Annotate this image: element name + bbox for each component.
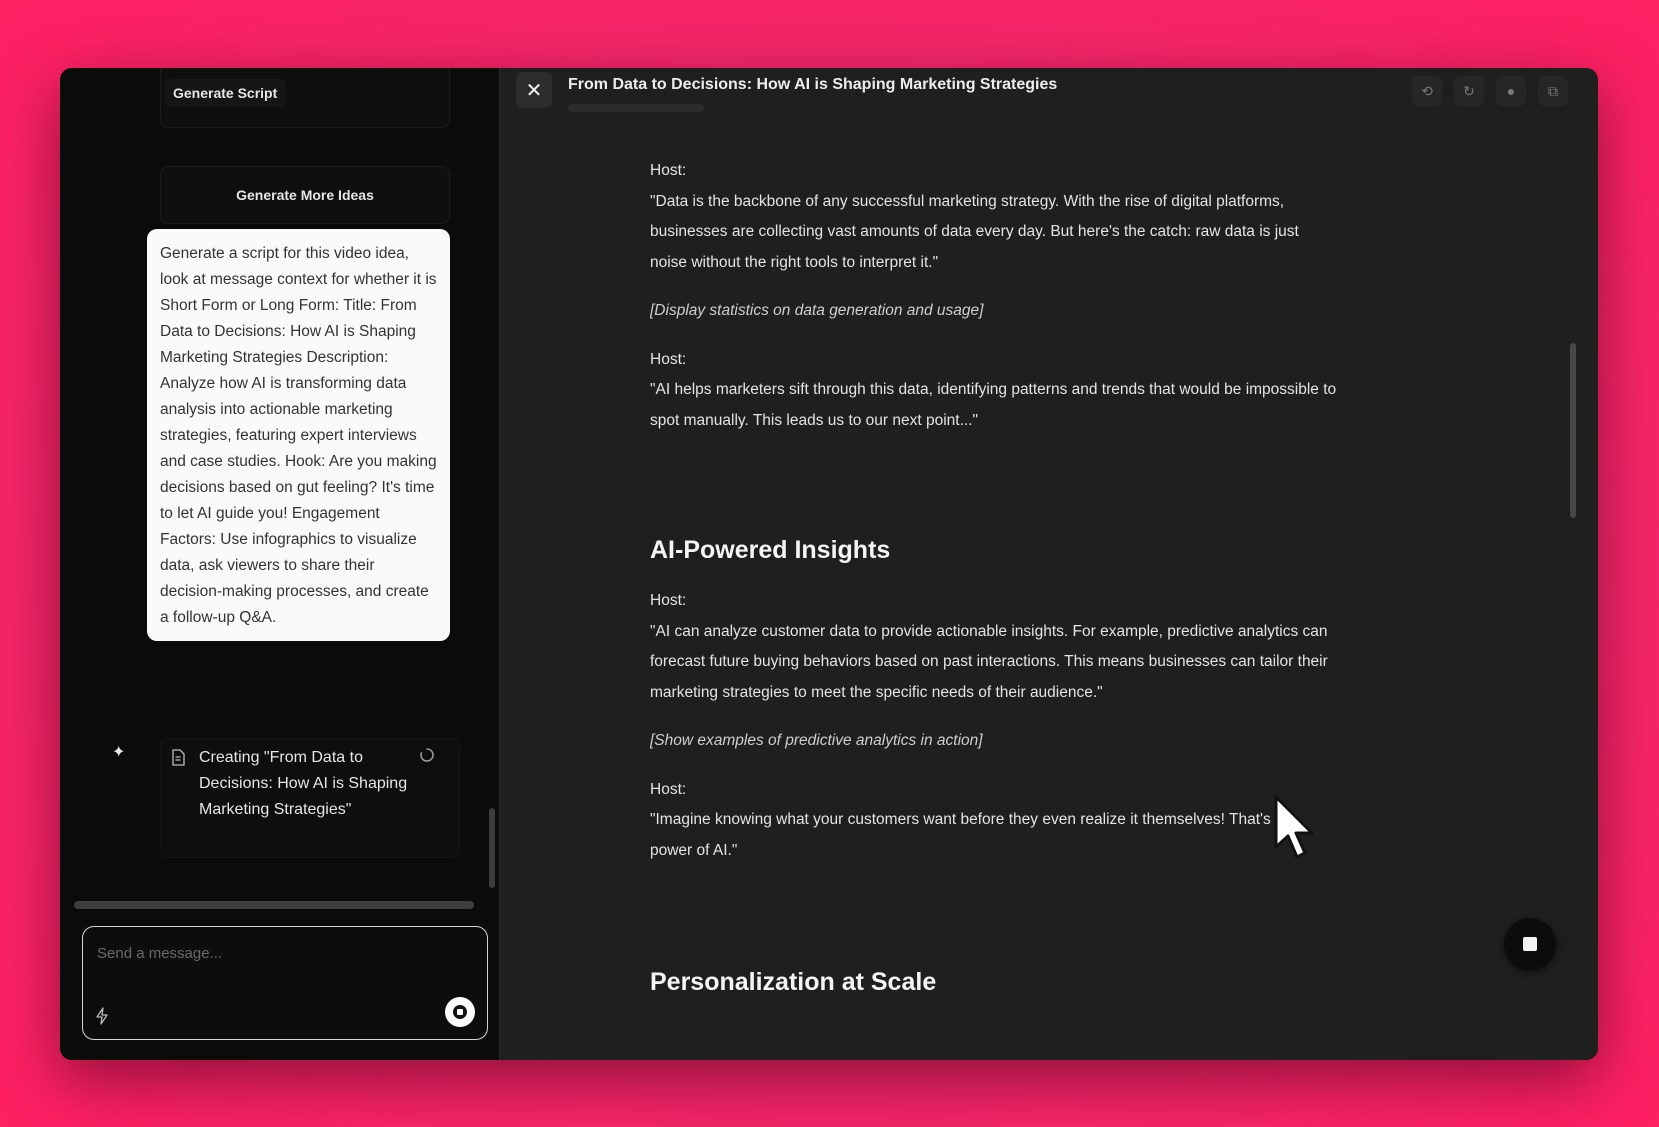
document-icon bbox=[171, 749, 185, 770]
message-composer bbox=[82, 926, 488, 1040]
document-scrollbar[interactable] bbox=[1570, 343, 1576, 518]
host-label: Host: bbox=[650, 780, 687, 798]
record-icon: ● bbox=[1506, 83, 1516, 99]
refresh-icon: ↻ bbox=[1463, 82, 1475, 99]
history-icon: ⟲ bbox=[1421, 82, 1433, 99]
stop-generation-button[interactable] bbox=[445, 997, 475, 1027]
chat-vertical-scrollbar[interactable] bbox=[489, 808, 495, 888]
script-content[interactable]: Host: "Data is the backbone of any succe… bbox=[650, 120, 1340, 1060]
bolt-icon[interactable] bbox=[95, 1007, 109, 1030]
document-toolbar: ⟲ ↻ ● ⧉ bbox=[1412, 76, 1568, 106]
document-status-card[interactable]: Creating "From Data to Decisions: How AI… bbox=[160, 738, 460, 858]
document-panel: ✕ From Data to Decisions: How AI is Shap… bbox=[500, 68, 1598, 1060]
user-message: Generate a script for this video idea, l… bbox=[147, 229, 450, 641]
close-button[interactable]: ✕ bbox=[516, 72, 552, 108]
section-heading: Personalization at Scale bbox=[650, 968, 937, 996]
stage-direction: [Display statistics on data generation a… bbox=[650, 302, 984, 319]
host-line: "AI helps marketers sift through this da… bbox=[650, 381, 1337, 429]
ai-response: ✦ Creating "From Data to Decisions: How … bbox=[110, 738, 460, 858]
refresh-button[interactable]: ↻ bbox=[1454, 76, 1484, 106]
document-subtitle-placeholder bbox=[568, 104, 704, 112]
host-line: "Data is the backbone of any successful … bbox=[650, 192, 1299, 271]
stop-icon bbox=[453, 1005, 467, 1019]
host-label: Host: bbox=[650, 350, 687, 368]
generate-script-button[interactable]: Generate Script bbox=[160, 68, 450, 128]
sparkle-icon: ✦ bbox=[112, 744, 126, 761]
history-button[interactable]: ⟲ bbox=[1412, 76, 1442, 106]
chat-panel: Generate Script Generate More Ideas Gene… bbox=[60, 68, 500, 1060]
message-input[interactable] bbox=[97, 941, 457, 965]
document-title: From Data to Decisions: How AI is Shapin… bbox=[568, 76, 1058, 93]
chat-horizontal-scrollbar[interactable] bbox=[74, 901, 474, 909]
generate-more-ideas-label: Generate More Ideas bbox=[236, 187, 374, 203]
stop-icon bbox=[1523, 937, 1537, 951]
spinner-icon bbox=[419, 747, 435, 768]
record-button[interactable]: ● bbox=[1496, 76, 1526, 106]
mouse-cursor-icon bbox=[1274, 795, 1314, 859]
section-heading: AI-Powered Insights bbox=[650, 536, 891, 564]
host-line: "AI can analyze customer data to provide… bbox=[650, 622, 1328, 701]
copy-icon: ⧉ bbox=[1548, 82, 1558, 99]
stage-direction: [Show examples of predictive analytics i… bbox=[650, 732, 983, 749]
chat-history[interactable]: Generate Script Generate More Ideas Gene… bbox=[60, 68, 499, 888]
host-label: Host: bbox=[650, 592, 687, 609]
document-header: ✕ From Data to Decisions: How AI is Shap… bbox=[500, 68, 1598, 120]
close-icon: ✕ bbox=[525, 79, 543, 102]
document-status-text: Creating "From Data to Decisions: How AI… bbox=[199, 749, 408, 818]
generate-script-label: Generate Script bbox=[165, 79, 286, 107]
host-label: Host: bbox=[650, 162, 687, 179]
generate-more-ideas-button[interactable]: Generate More Ideas bbox=[160, 166, 450, 224]
stop-button[interactable] bbox=[1504, 918, 1556, 970]
host-line: "Imagine knowing what your customers wan… bbox=[650, 811, 1297, 859]
copy-button[interactable]: ⧉ bbox=[1538, 76, 1568, 106]
app-window: Generate Script Generate More Ideas Gene… bbox=[60, 68, 1598, 1060]
